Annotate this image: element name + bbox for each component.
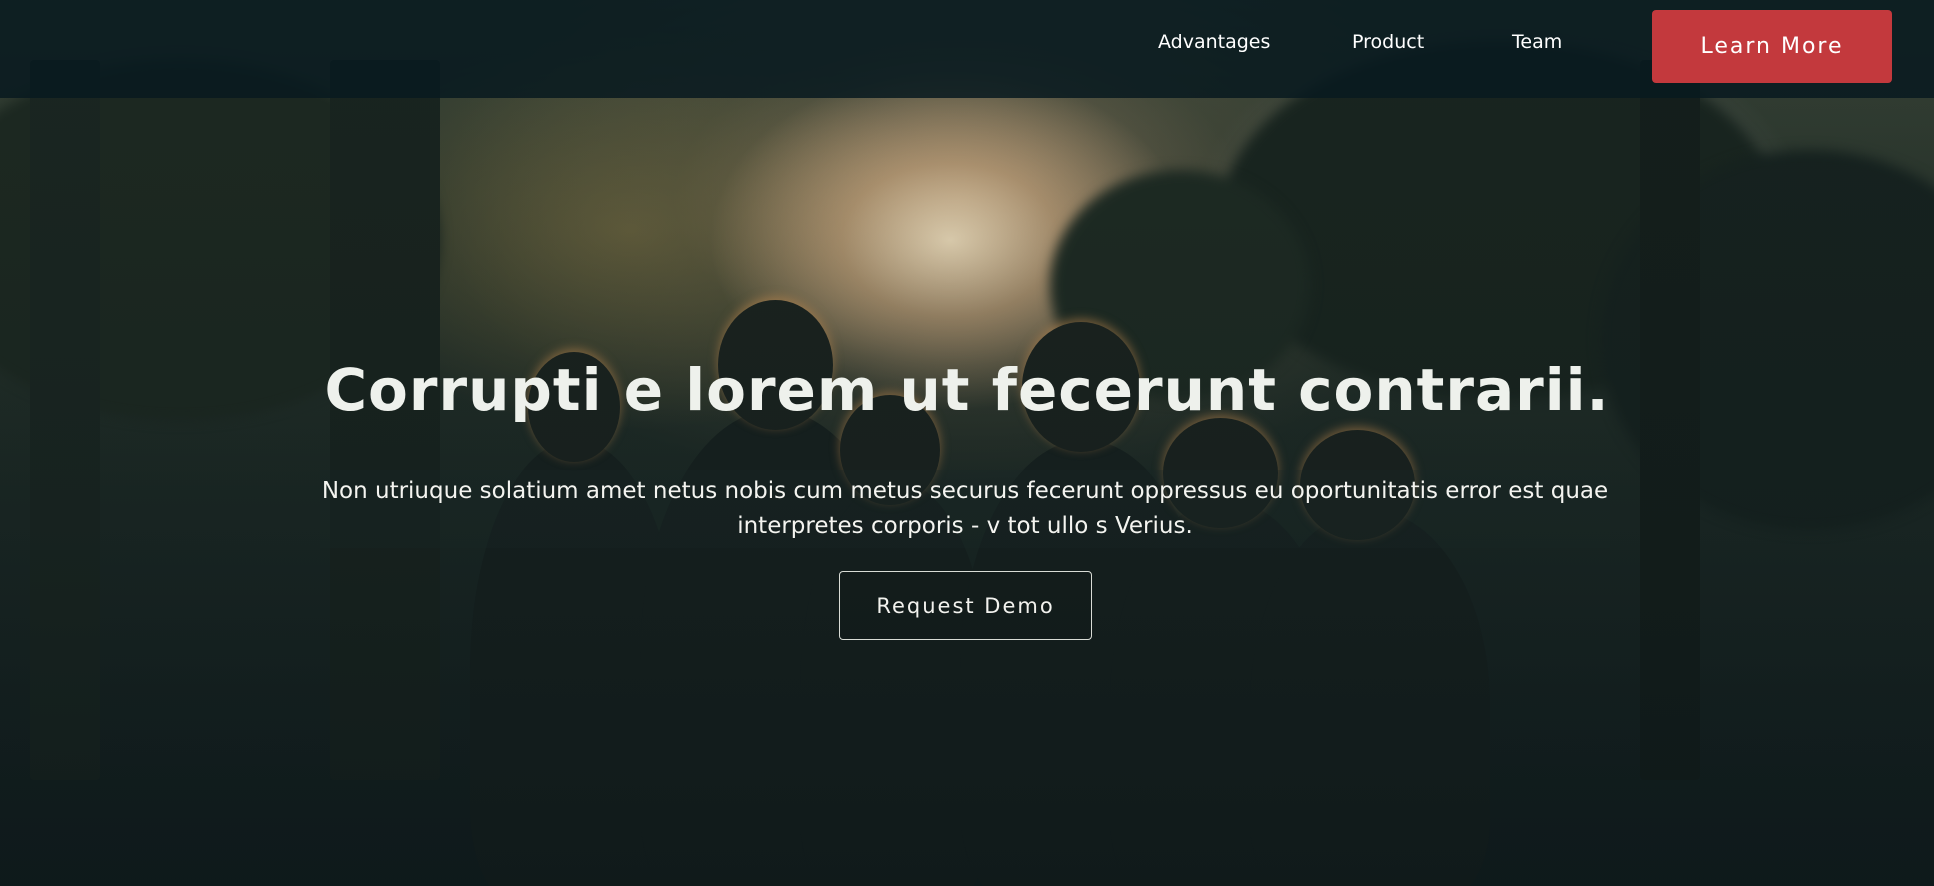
hero-background-image <box>0 0 1934 886</box>
request-demo-button[interactable]: Request Demo <box>839 571 1092 640</box>
nav-link-advantages[interactable]: Advantages <box>1158 31 1270 53</box>
learn-more-button[interactable]: Learn More <box>1652 10 1892 83</box>
hero-title: Corrupti e lorem ut fecerunt contrarii. <box>324 356 1610 424</box>
nav-link-product[interactable]: Product <box>1352 31 1424 53</box>
nav-link-team[interactable]: Team <box>1512 31 1562 53</box>
hero-subtitle: Non utriuque solatium amet netus nobis c… <box>321 478 1609 539</box>
top-navbar: Advantages Product Team Learn More <box>0 0 1934 98</box>
background-overlay <box>0 0 1934 886</box>
